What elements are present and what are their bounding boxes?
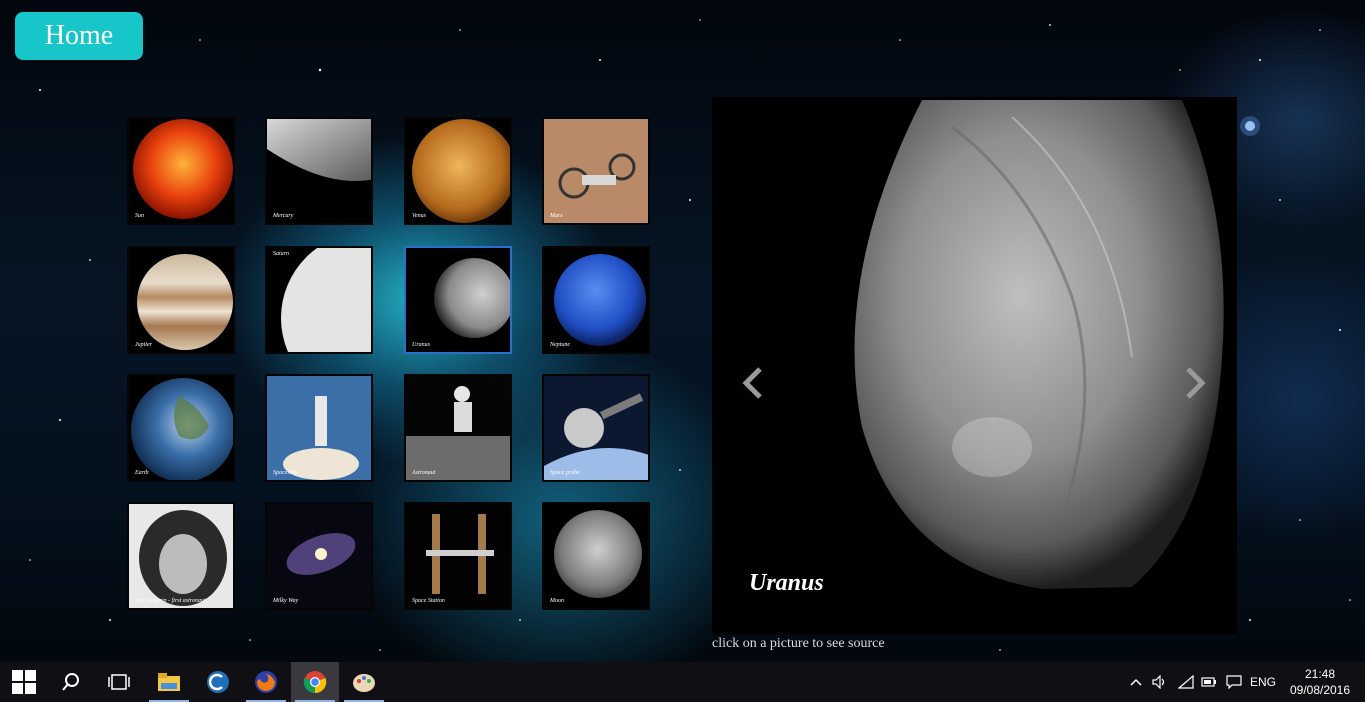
next-button[interactable] — [1180, 365, 1210, 401]
chrome-icon — [303, 671, 327, 694]
astronaut-image — [406, 376, 510, 480]
thumbnail-space-probe[interactable]: Space probe — [542, 374, 650, 482]
thumbnail-caption: Venus — [412, 213, 426, 219]
spaceship-image — [267, 376, 371, 480]
battery-icon — [1201, 677, 1216, 687]
start-icon — [12, 670, 36, 694]
paint-button[interactable] — [340, 662, 388, 702]
home-button[interactable]: Home — [15, 12, 143, 60]
uranus-image — [434, 258, 510, 338]
thumbnail-sun[interactable]: Sun — [127, 117, 235, 225]
mercury-image — [267, 119, 371, 181]
space-station-image — [406, 504, 510, 608]
speaker-icon — [1152, 675, 1165, 689]
language-indicator[interactable]: ENG — [1247, 662, 1279, 702]
thumbnail-caption: Milky Way — [273, 598, 299, 604]
thumbnail-caption: Sun — [135, 213, 144, 219]
thumbnail-caption: Moon — [550, 598, 564, 604]
thumbnail-mars[interactable]: Mars — [542, 117, 650, 225]
thumbnail-caption: Mars — [550, 213, 563, 219]
thumbnail-earth[interactable]: Earth — [127, 374, 235, 482]
yuri-gagarin-image — [129, 504, 233, 608]
thumbnail-moon[interactable]: Moon — [542, 502, 650, 610]
thumbnail-caption: Space probe — [550, 470, 580, 476]
wifi-icon — [1178, 675, 1194, 689]
action-center-button[interactable] — [1223, 662, 1245, 702]
thumbnail-milky-way[interactable]: Milky Way — [265, 502, 373, 610]
chevron-left-icon — [742, 367, 762, 399]
mars-image — [544, 119, 648, 223]
taskbar: ENG 21:48 09/08/2016 — [0, 662, 1365, 702]
start-button[interactable] — [0, 662, 48, 702]
thumbnail-neptune[interactable]: Neptune — [542, 246, 650, 354]
thumbnail-space-station[interactable]: Space Station — [404, 502, 512, 610]
show-hidden-icons-button[interactable] — [1126, 662, 1146, 702]
thumbnail-caption: Yuri Gagarin - first astronaut — [135, 598, 206, 604]
task-view-button[interactable] — [95, 662, 143, 702]
thumbnail-caption: Space Station — [412, 598, 445, 604]
thumbnail-caption: Jupiter — [135, 342, 152, 348]
uranus-large-image — [854, 100, 1224, 589]
milky-way-image — [267, 504, 371, 608]
thumbnail-caption: Spaceship — [273, 470, 298, 476]
prev-button[interactable] — [740, 365, 770, 401]
source-hint: click on a picture to see source — [712, 636, 885, 651]
network-button[interactable] — [1176, 662, 1196, 702]
earth-image — [131, 378, 233, 480]
chevron-right-icon — [1186, 367, 1206, 399]
saturn-image — [281, 248, 371, 352]
space-probe-image — [544, 376, 648, 480]
thumbnail-uranus[interactable]: Uranus — [404, 246, 512, 354]
paint-icon — [353, 674, 375, 692]
thumbnail-jupiter[interactable]: Jupiter — [127, 246, 235, 354]
firefox-icon — [255, 671, 277, 693]
file-explorer-button[interactable] — [145, 662, 193, 702]
volume-button[interactable] — [1150, 662, 1170, 702]
thumbnail-venus[interactable]: Venus — [404, 117, 512, 225]
image-viewer[interactable]: Uranus — [712, 97, 1237, 634]
notification-icon — [1226, 675, 1242, 689]
thumbnail-saturn[interactable]: Saturn — [265, 246, 373, 354]
venus-image — [412, 119, 510, 223]
clock-date: 09/08/2016 — [1289, 683, 1351, 697]
neptune-image — [554, 254, 646, 346]
battery-button[interactable] — [1199, 662, 1219, 702]
clock-time: 21:48 — [1304, 667, 1336, 681]
thumbnail-caption: Earth — [135, 470, 149, 476]
thumbnail-caption: Neptune — [550, 342, 570, 348]
thumbnail-spaceship[interactable]: Spaceship — [265, 374, 373, 482]
jupiter-image — [137, 254, 233, 350]
thumbnail-caption: Mercury — [273, 213, 294, 219]
viewer-caption: Uranus — [749, 570, 824, 596]
chrome-button[interactable] — [291, 662, 339, 702]
thumbnail-caption: Saturn — [273, 251, 290, 257]
thumbnail-caption: Uranus — [412, 342, 431, 348]
file-explorer-icon — [158, 673, 180, 691]
search-icon — [62, 673, 79, 691]
firefox-button[interactable] — [242, 662, 290, 702]
chevron-up-icon — [1130, 678, 1142, 686]
ccleaner-icon — [207, 671, 229, 693]
thumbnail-mercury[interactable]: Mercury — [265, 117, 373, 225]
system-clock[interactable]: 21:48 09/08/2016 — [1284, 666, 1356, 698]
search-button[interactable] — [47, 662, 95, 702]
thumbnail-caption: Astronaut — [412, 470, 436, 476]
thumbnail-astronaut[interactable]: Astronaut — [404, 374, 512, 482]
thumbnail-yuri-gagarin[interactable]: Yuri Gagarin - first astronaut — [127, 502, 235, 610]
task-view-icon — [108, 674, 130, 690]
sun-image — [133, 119, 233, 219]
ccleaner-button[interactable] — [194, 662, 242, 702]
moon-image — [554, 510, 642, 598]
